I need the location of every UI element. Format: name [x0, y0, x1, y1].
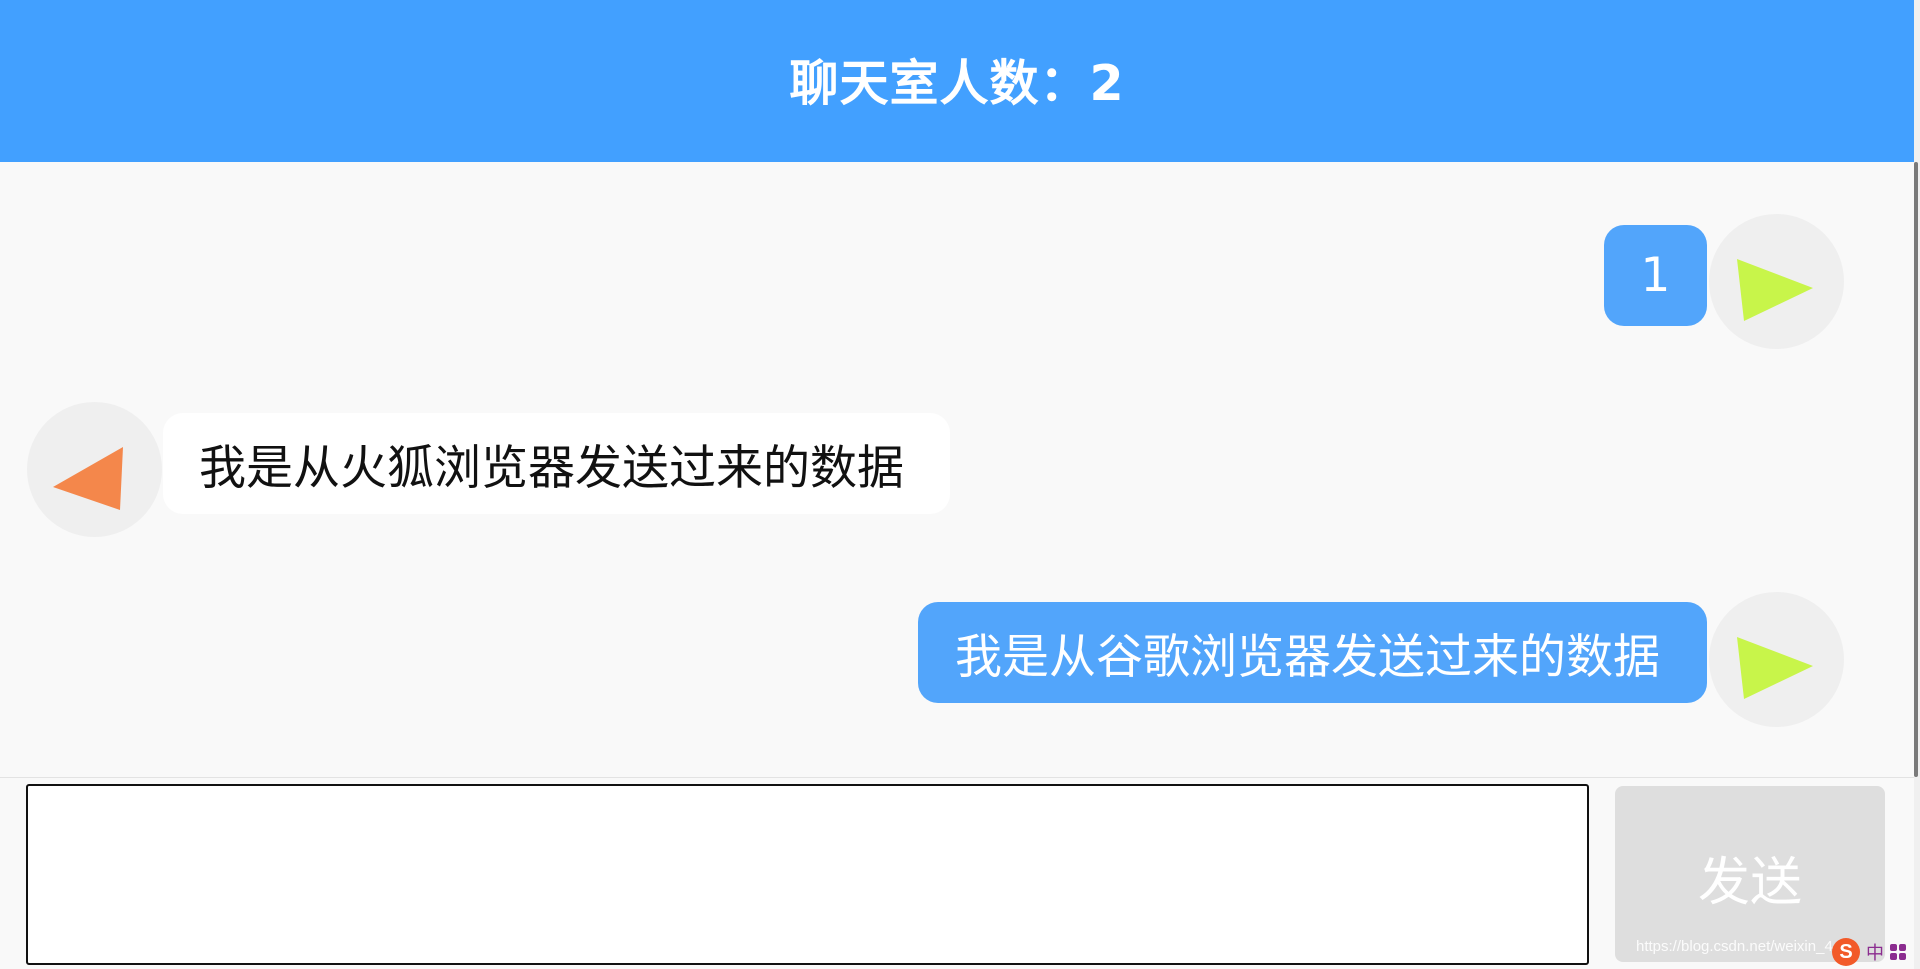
ime-toolbar[interactable]: S 中: [1832, 938, 1914, 966]
avatar-other: [27, 402, 162, 537]
ime-language-toggle[interactable]: 中: [1866, 939, 1884, 965]
play-arrow-left-icon: [53, 447, 123, 510]
avatar-self: [1709, 592, 1844, 727]
watermark-text: https://blog.csdn.net/weixin_4: [1636, 938, 1833, 955]
chat-header: 聊天室人数：2: [0, 0, 1914, 162]
message-list: 1 我是从火狐浏览器发送过来的数据 我是从谷歌浏览器发送过来的数据: [0, 162, 1914, 777]
message-text: 我是从谷歌浏览器发送过来的数据: [955, 630, 1660, 685]
message-bubble-self: 我是从谷歌浏览器发送过来的数据: [918, 602, 1707, 703]
grid-icon[interactable]: [1890, 944, 1906, 960]
chat-room-page: 聊天室人数：2 1 我是从火狐浏览器发送过来的数据 我是从谷歌浏览器发送过来的数…: [0, 0, 1920, 969]
message-text: 我是从火狐浏览器发送过来的数据: [199, 441, 904, 496]
composer-bar: 发送: [0, 777, 1914, 969]
avatar-self: [1709, 214, 1844, 349]
message-text: 1: [1640, 248, 1671, 303]
message-input[interactable]: [26, 784, 1589, 965]
play-arrow-right-icon: [1737, 259, 1813, 321]
message-bubble-self: 1: [1604, 225, 1707, 326]
send-button[interactable]: 发送: [1615, 786, 1885, 962]
play-arrow-right-icon: [1737, 637, 1813, 699]
page-title: 聊天室人数：2: [789, 54, 1125, 112]
scrollbar-thumb[interactable]: [1914, 162, 1918, 777]
message-bubble-other: 我是从火狐浏览器发送过来的数据: [163, 413, 950, 514]
ime-logo-icon[interactable]: S: [1832, 938, 1860, 966]
